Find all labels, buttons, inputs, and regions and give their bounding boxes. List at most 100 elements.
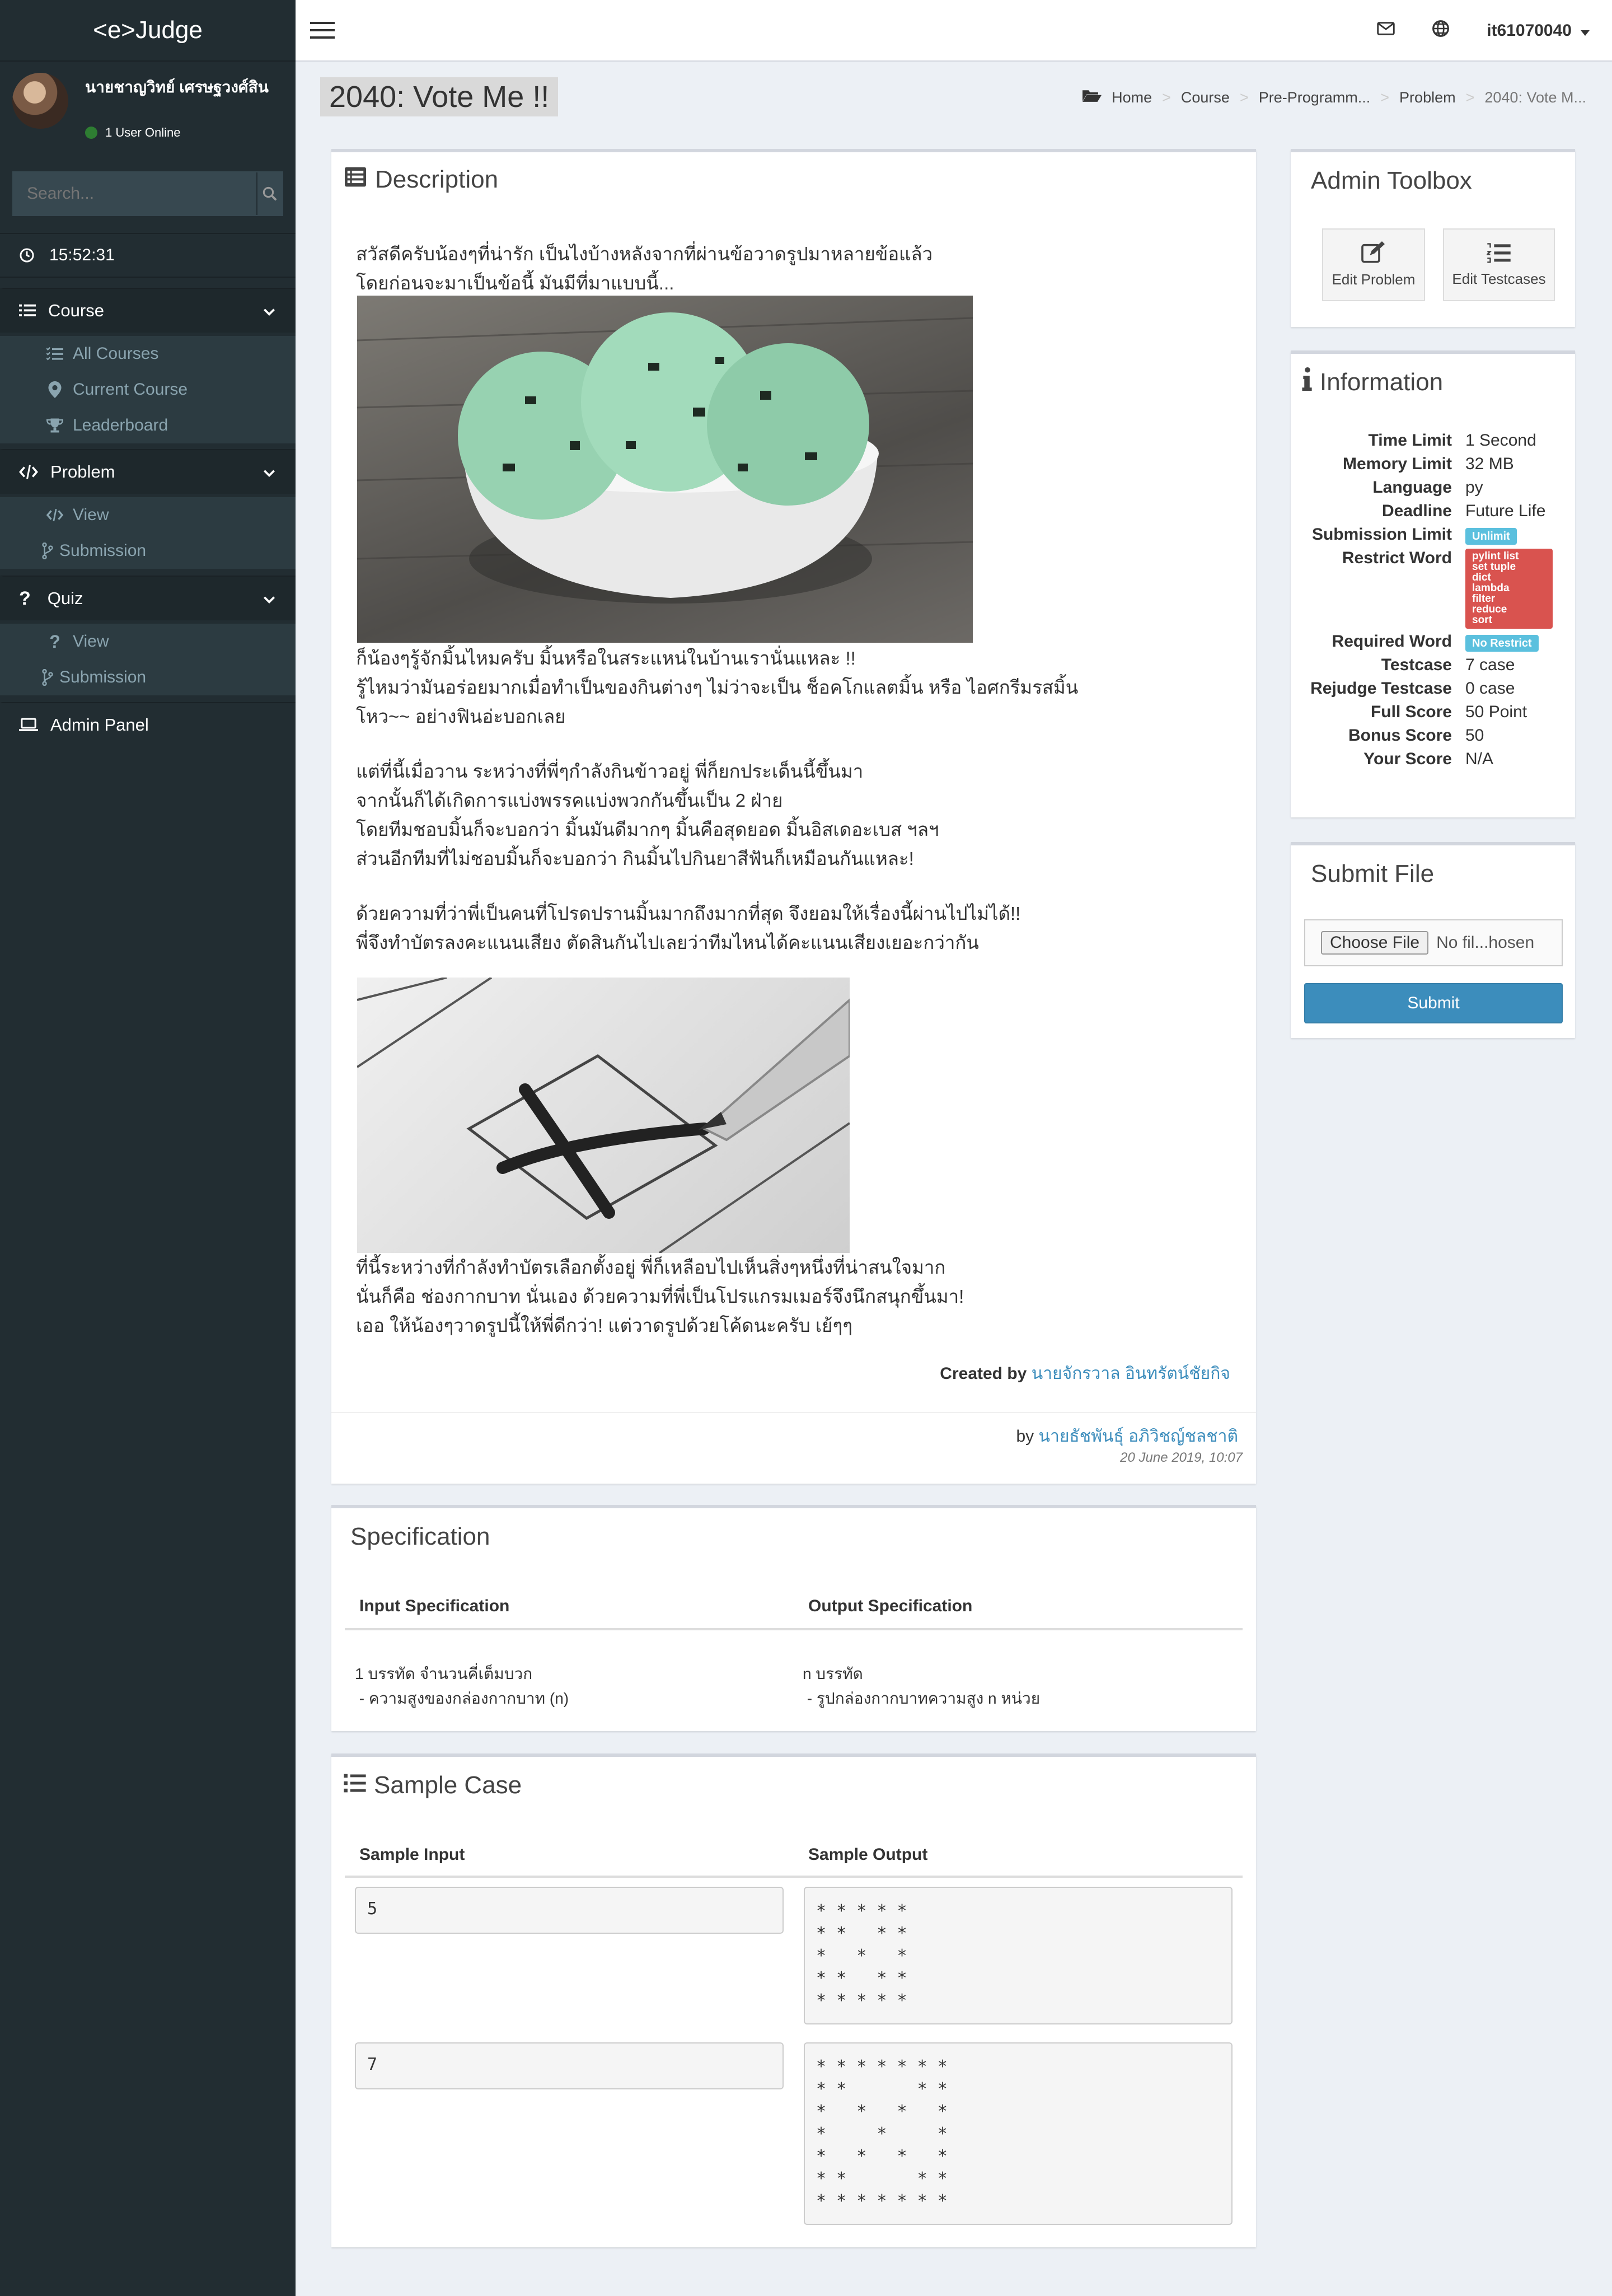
paragraph: สวัสดีครับน้องๆที่น่ารัก เป็นไงบ้างหลังจ…	[356, 244, 933, 293]
breadcrumb-course[interactable]: Course	[1181, 89, 1230, 106]
file-input[interactable]: Choose File No fil...hosen	[1304, 919, 1563, 966]
clock: 15:52:31	[0, 233, 296, 278]
clock-icon	[19, 247, 35, 263]
info-icon	[1302, 367, 1313, 397]
info-row: Bonus Score 50	[1348, 726, 1484, 745]
sample-output-1: * * * * * * * * * * * * * * * * * * * * …	[804, 1887, 1233, 2024]
sidebar-item-label: Leaderboard	[73, 416, 168, 434]
top-navbar: it61070040	[296, 0, 1612, 62]
code-fork-icon	[39, 543, 56, 559]
sidebar-item-all-courses[interactable]: All Courses	[0, 336, 296, 372]
input-spec-header: Input Specification	[359, 1597, 510, 1615]
chevron-down-icon	[262, 465, 277, 485]
breadcrumb-pre-programming[interactable]: Pre-Programm...	[1259, 89, 1371, 106]
user-menu[interactable]: it61070040	[1487, 21, 1590, 40]
menu-problem[interactable]: Problem	[0, 449, 296, 494]
menu-course[interactable]: Course	[0, 288, 296, 333]
code-icon	[19, 464, 38, 480]
author-link[interactable]: นายธัชพันธุ์ อภิวิชญ์ชลชาติ	[1038, 1427, 1238, 1446]
map-pin-icon	[41, 381, 68, 398]
sidebar: <e>Judge นายชาญวิทย์ เศรษฐวงศ์สิน 1 User…	[0, 0, 296, 2296]
paragraph: ก็น้องๆรู้จักมิ้นไหมครับ มิ้นหรือในสระแห…	[356, 648, 1079, 727]
mint-ice-cream-image	[357, 296, 973, 643]
restrict-word-badge: pylint list set tuple dict lambda filter redu…	[1465, 549, 1553, 629]
list-ol-icon	[1486, 242, 1511, 267]
sidebar-item-label: View	[73, 632, 109, 651]
breadcrumb-home[interactable]: Home	[1112, 89, 1152, 106]
envelope-icon	[1377, 21, 1395, 40]
admin-toolbox-title: Admin Toolbox	[1311, 167, 1472, 194]
creator-link[interactable]: นายจักรวาล อินทรัตน์ชัยกิจ	[1032, 1364, 1230, 1383]
info-row: Rejudge Testcase 0 case	[1310, 679, 1515, 698]
submit-button[interactable]: Submit	[1304, 983, 1563, 1023]
specification-title: Specification	[350, 1523, 490, 1550]
avatar	[12, 73, 68, 129]
sample-input-header: Sample Input	[359, 1845, 465, 1864]
sidebar-item-leaderboard[interactable]: Leaderboard	[0, 408, 296, 443]
search-icon	[261, 185, 278, 202]
messages-button[interactable]	[1377, 21, 1395, 40]
sidebar-item-problem-submission[interactable]: Submission	[0, 533, 296, 569]
edit-problem-button[interactable]: Edit Problem	[1322, 228, 1425, 301]
brand-logo[interactable]: <e>Judge	[0, 0, 296, 62]
menu-quiz[interactable]: ? Quiz	[0, 576, 296, 620]
choose-file-button[interactable]: Choose File	[1321, 931, 1429, 955]
info-row: Full Score 50 Point	[1370, 703, 1527, 721]
sidebar-item-label: Current Course	[73, 380, 188, 399]
description-body: สวัสดีครับน้องๆที่น่ารัก เป็นไงบ้างหลังจ…	[356, 240, 1252, 298]
paragraph: ที่นี้ระหว่างที่กำลังทำบัตรเลือกตั้งอยู่…	[356, 1257, 964, 1336]
file-input-status: No fil...hosen	[1436, 933, 1535, 952]
sidebar-item-problem-view[interactable]: View	[0, 497, 296, 533]
sample-case-title: Sample Case	[344, 1771, 522, 1799]
code-fork-icon	[39, 669, 56, 686]
info-row: Required Word No Restrict	[1304, 630, 1553, 653]
language-button[interactable]	[1432, 20, 1450, 42]
list-icon	[344, 1771, 366, 1799]
paragraph: แต่ที่นี้เมื่อวาน ระหว่างที่พี่ๆกำลังกิน…	[356, 761, 939, 869]
folder-open-icon	[1083, 88, 1102, 107]
sample-output-2: * * * * * * * * * * * * * * * * * * * * …	[804, 2042, 1233, 2225]
created-by: Created by นายจักรวาล อินทรัตน์ชัยกิจ	[940, 1364, 1230, 1383]
sidebar-item-label: Submission	[59, 668, 147, 686]
menu-course-label: Course	[48, 301, 104, 320]
search-input[interactable]	[13, 172, 256, 215]
sidebar-item-current-course[interactable]: Current Course	[0, 372, 296, 408]
search-button[interactable]	[256, 172, 282, 215]
sidebar-item-quiz-submission[interactable]: Submission	[0, 660, 296, 695]
menu-problem-label: Problem	[50, 462, 115, 481]
breadcrumb-current: 2040: Vote M...	[1484, 89, 1586, 106]
list-alt-icon	[344, 166, 367, 194]
sample-input-1: 5	[355, 1887, 784, 1934]
sidebar-toggle-button[interactable]	[310, 20, 336, 43]
user-name: นายชาญวิทย์ เศรษฐวงศ์สิน	[85, 78, 269, 96]
menu-admin-label: Admin Panel	[50, 715, 149, 735]
info-row: Your Score N/A	[1363, 750, 1494, 768]
quiz-submenu: ? View Submission	[0, 624, 296, 695]
ballot-cross-image	[356, 976, 851, 1254]
edit-testcases-button[interactable]: Edit Testcases	[1443, 228, 1555, 301]
online-count: 1 User Online	[105, 125, 181, 139]
menu-admin-panel[interactable]: Admin Panel	[0, 702, 296, 747]
paragraph: ด้วยความที่ว่าพี่เป็นคนที่โปรดปรานมิ้นมา…	[356, 903, 1021, 953]
submit-file-title: Submit File	[1311, 860, 1435, 887]
info-row: Restrict Word pylint list set tuple dict la…	[1304, 546, 1553, 629]
info-row: Testcase 7 case	[1381, 656, 1515, 674]
chevron-down-icon	[262, 303, 277, 324]
page-title: 2040: Vote Me !!	[320, 77, 559, 116]
description-body-2: ก็น้องๆรู้จักมิ้นไหมครับ มิ้นหรือในสระแห…	[356, 644, 1252, 957]
submission-limit-badge: Unlimit	[1465, 528, 1517, 545]
post-date: 20 June 2019, 10:07	[1120, 1450, 1243, 1465]
sidebar-item-quiz-view[interactable]: ? View	[0, 624, 296, 660]
breadcrumb-problem[interactable]: Problem	[1399, 89, 1456, 106]
question-icon: ?	[19, 587, 31, 609]
sample-input-2: 7	[355, 2042, 784, 2089]
clock-time: 15:52:31	[49, 246, 115, 264]
info-row: Memory Limit 32 MB	[1342, 455, 1514, 473]
author-line: by นายธัชพันธุ์ อภิวิชญ์ชลชาติ	[1016, 1427, 1238, 1446]
output-spec-header: Output Specification	[808, 1597, 973, 1615]
caret-down-icon	[1581, 21, 1590, 40]
information-title: Information	[1302, 367, 1443, 397]
sidebar-search	[12, 171, 283, 216]
info-row: Deadline Future Life	[1381, 502, 1546, 520]
checklist-icon	[41, 347, 68, 361]
